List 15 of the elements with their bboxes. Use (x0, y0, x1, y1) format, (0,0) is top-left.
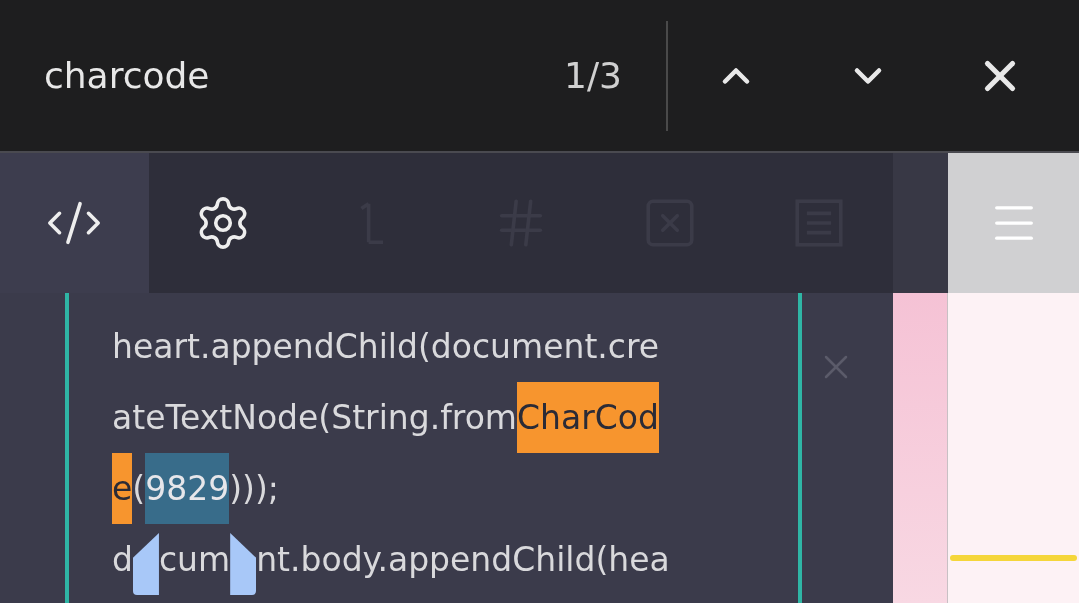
code-text: d (112, 539, 133, 581)
search-match: CharCod (517, 382, 659, 453)
menu-button[interactable] (948, 153, 1079, 293)
code-text: heart.appendChild(document.cre (112, 326, 660, 368)
code-text: ))); (229, 468, 279, 510)
code-text: ( (132, 468, 146, 510)
match-count: 1/3 (564, 53, 622, 98)
code-text: nt.body.appendChild(hea (256, 539, 670, 581)
selection-handle[interactable] (132, 533, 159, 595)
search-field[interactable]: charcode (44, 48, 524, 103)
code-text: ateTextNode(String.from (112, 397, 517, 439)
search-match: e (112, 453, 133, 524)
selected-text: 9829 (145, 453, 230, 524)
selection-handle[interactable] (230, 533, 257, 595)
code-text: cum (158, 539, 231, 581)
